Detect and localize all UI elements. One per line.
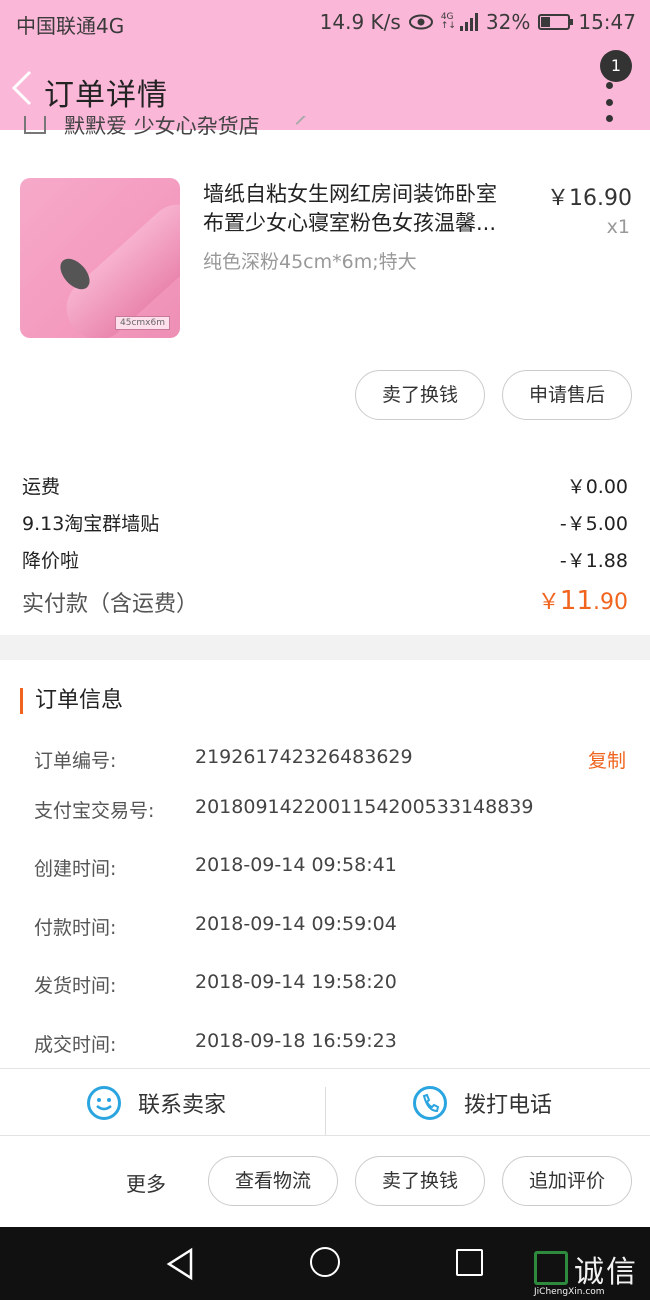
shipped-time-label: 发货时间:	[34, 975, 117, 997]
shop-name: 默默爱 少女心杂货店	[64, 116, 260, 138]
copy-button[interactable]: 复制	[588, 746, 626, 773]
product-price: ￥16.90	[547, 186, 632, 211]
top-bar: 中国联通4G 14.9 K/s 4G ↑↓ 32% 15:47 订单详情 1	[0, 0, 650, 130]
fee-label-shipping: 运费	[22, 476, 61, 498]
more-menu-icon[interactable]	[606, 82, 614, 122]
product-quantity: x1	[606, 216, 630, 238]
chevron-right-icon	[287, 116, 307, 125]
battery-icon	[538, 14, 574, 30]
created-time-value: 2018-09-14 09:58:41	[195, 854, 397, 876]
nav-back-icon[interactable]	[165, 1247, 195, 1281]
fee-value-discount: -￥1.88	[559, 550, 628, 572]
after-sale-button[interactable]: 申请售后	[502, 370, 632, 420]
order-number-value: 219261742326483629	[195, 746, 413, 768]
shop-icon	[24, 116, 46, 134]
image-size-tag: 45cmx6m	[115, 316, 170, 330]
back-arrow-icon[interactable]	[10, 68, 38, 108]
watermark-logo: 诚信 JiChengXin.com	[530, 1245, 650, 1300]
status-right: 14.9 K/s 4G ↑↓ 32% 15:47	[320, 10, 636, 34]
add-review-button[interactable]: 追加评价	[502, 1156, 632, 1206]
more-button[interactable]: 更多	[126, 1168, 166, 1197]
chat-smile-icon	[87, 1085, 121, 1120]
contact-seller-button[interactable]: 联系卖家	[86, 1069, 226, 1136]
contact-bar: 联系卖家 拨打电话	[0, 1068, 650, 1135]
action-bar: 更多 查看物流 卖了换钱 追加评价	[0, 1135, 650, 1227]
battery-percent: 32%	[485, 10, 531, 34]
paid-amount: ￥11.90	[537, 586, 628, 616]
order-info-section: 订单信息 复制 订单编号: 219261742326483629 支付宝交易号:…	[0, 660, 650, 1068]
signal-icon	[459, 13, 478, 31]
alipay-number-label: 支付宝交易号:	[34, 800, 155, 822]
paid-label: 实付款（含运费）	[22, 592, 199, 617]
phone-icon	[413, 1085, 447, 1120]
eye-icon	[408, 14, 433, 30]
watermark-text: 诚信	[574, 1255, 638, 1290]
page-title: 订单详情	[44, 78, 168, 113]
fee-label-discount: 降价啦	[22, 550, 80, 572]
fee-value-shipping: ￥0.00	[566, 476, 628, 498]
product-name[interactable]: 墙纸自粘女生网红房间装饰卧室 布置少女心寝室粉色女孩温馨...	[203, 180, 533, 238]
order-info-title: 订单信息	[20, 688, 123, 714]
watermark-sub: JiChengXin.com	[534, 1287, 605, 1297]
alipay-number-value: 2018091422001154200533148839	[195, 796, 534, 818]
system-nav-bar: 诚信 JiChengXin.com	[0, 1227, 650, 1300]
status-bar: 中国联通4G 14.9 K/s 4G ↑↓ 32% 15:47	[0, 0, 650, 44]
paid-time-label: 付款时间:	[34, 917, 117, 939]
completed-time-label: 成交时间:	[34, 1034, 117, 1056]
sell-for-cash-button[interactable]: 卖了换钱	[355, 370, 485, 420]
network-type: 4G ↑↓	[440, 12, 456, 31]
product-image[interactable]: 45cmx6m	[20, 178, 180, 338]
order-number-label: 订单编号:	[34, 750, 117, 772]
fee-value-coupon: -￥5.00	[559, 513, 628, 535]
call-phone-button[interactable]: 拨打电话	[412, 1069, 552, 1136]
paid-time-value: 2018-09-14 09:59:04	[195, 913, 397, 935]
nav-recents-icon[interactable]	[456, 1249, 483, 1276]
contact-divider	[325, 1087, 326, 1135]
sell-for-cash-bottom-button[interactable]: 卖了换钱	[355, 1156, 485, 1206]
completed-time-value: 2018-09-18 16:59:23	[195, 1030, 397, 1052]
nav-home-icon[interactable]	[310, 1247, 340, 1277]
product-spec: 纯色深粉45cm*6m;特大	[203, 251, 417, 273]
notification-badge: 1	[600, 50, 632, 82]
product-card: 默默爱 少女心杂货店 45cmx6m 墙纸自粘女生网红房间装饰卧室 布置少女心寝…	[0, 116, 650, 635]
view-logistics-button[interactable]: 查看物流	[208, 1156, 338, 1206]
shipped-time-value: 2018-09-14 19:58:20	[195, 971, 397, 993]
fee-label-coupon: 9.13淘宝群墙贴	[22, 513, 160, 535]
carrier-label: 中国联通4G	[16, 14, 125, 38]
shop-row[interactable]: 默默爱 少女心杂货店	[24, 116, 324, 142]
watermark-box	[534, 1251, 568, 1285]
created-time-label: 创建时间:	[34, 858, 117, 880]
clock: 15:47	[578, 10, 636, 34]
net-speed: 14.9 K/s	[319, 10, 401, 34]
